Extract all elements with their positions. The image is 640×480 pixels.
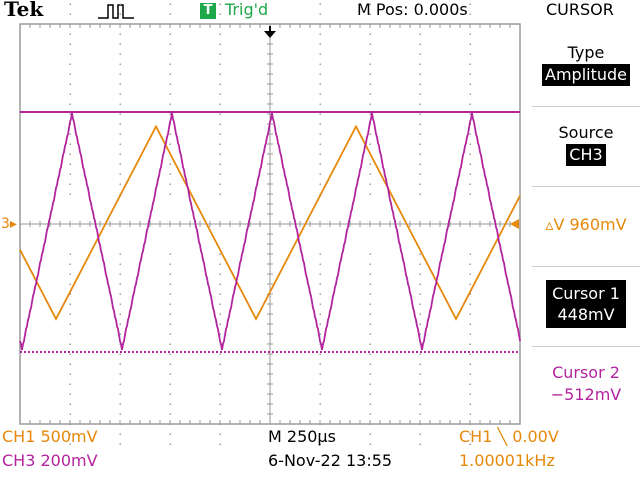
ch3-ground-marker: 3▸ — [1, 216, 17, 232]
trigger-frequency: 1.00001kHz — [459, 451, 555, 470]
type-menu-item[interactable]: Type Amplitude — [532, 42, 640, 86]
ch1-scale: CH1 500mV — [2, 427, 98, 446]
trigger-position-stem — [269, 26, 271, 32]
cursor2-value: −512mV — [550, 385, 622, 404]
ch3-scale: CH3 200mV — [2, 451, 98, 470]
menu-divider — [532, 346, 640, 347]
cursor1-value: 448mV — [557, 305, 615, 324]
delta-readout: ▵V 960mV — [545, 215, 627, 234]
source-label: Source — [558, 123, 614, 142]
menu-divider — [532, 186, 640, 187]
menu-divider — [532, 106, 640, 107]
source-value: CH3 — [566, 144, 606, 166]
cursor2-menu-item[interactable]: Cursor 2 −512mV — [532, 362, 640, 406]
menu-divider — [532, 266, 640, 267]
date-time: 6-Nov-22 13:55 — [268, 451, 393, 470]
cursor2-label: Cursor 2 — [552, 363, 620, 382]
type-value: Amplitude — [542, 64, 630, 86]
source-menu-item[interactable]: Source CH3 — [532, 122, 640, 166]
timebase: M 250µs — [268, 427, 336, 446]
trigger-setting: CH1 ╲ 0.00V — [459, 427, 559, 446]
type-label: Type — [567, 43, 605, 62]
cursor1-menu-item[interactable]: Cursor 1 448mV — [532, 280, 640, 328]
cursor1-label: Cursor 1 — [552, 284, 620, 303]
